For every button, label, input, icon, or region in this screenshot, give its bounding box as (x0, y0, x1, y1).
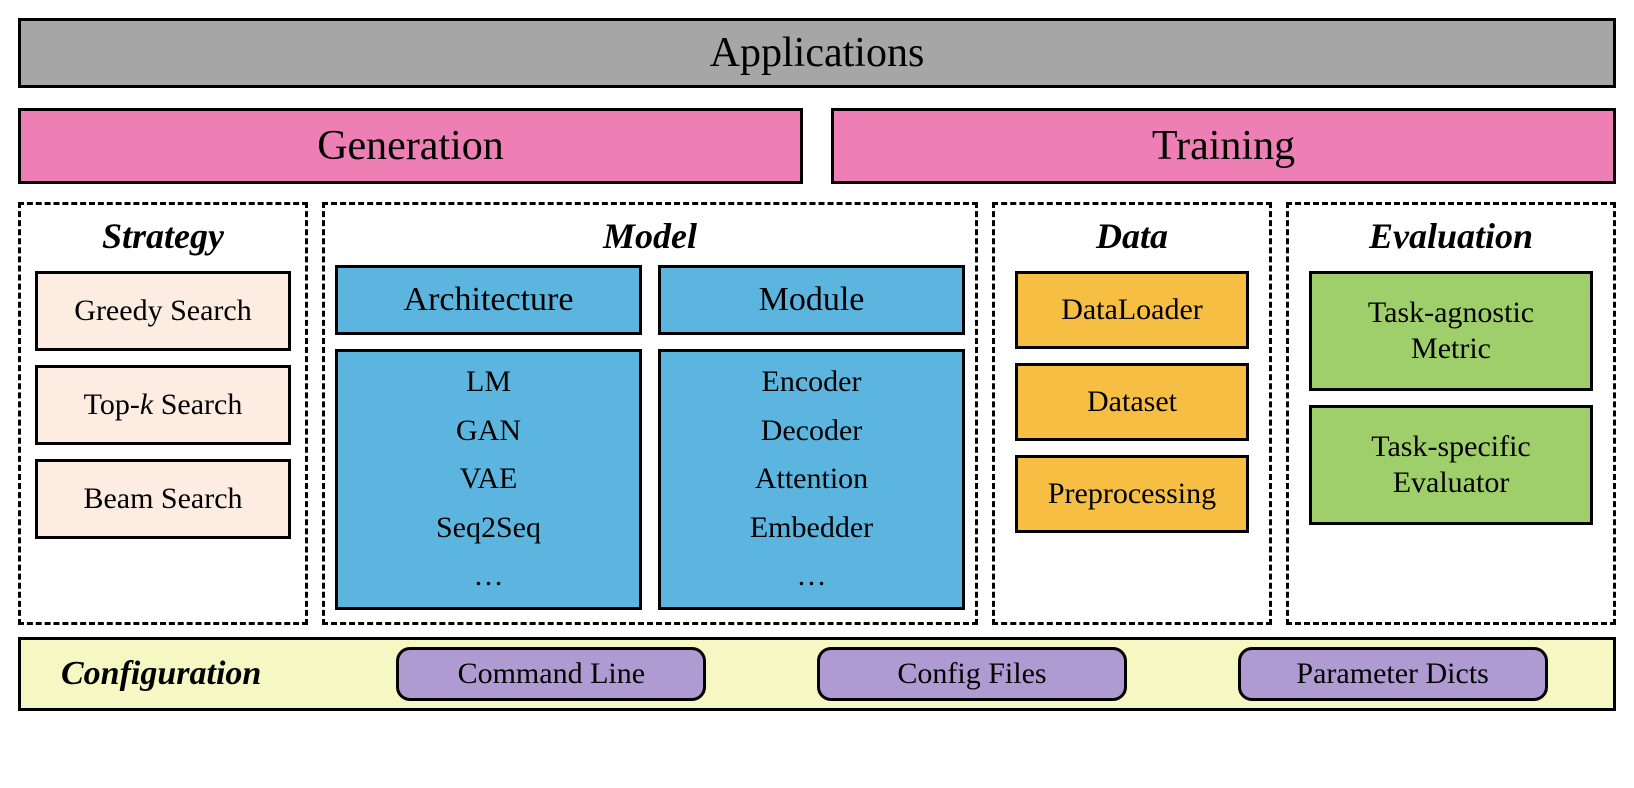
evaluation-group: Evaluation Task-agnostic Metric Task-spe… (1286, 202, 1616, 625)
module-item: Decoder (761, 411, 863, 452)
config-item-label: Parameter Dicts (1296, 657, 1488, 691)
strategy-item-label: Top-k Search (84, 388, 243, 422)
architecture-list: LM GAN VAE Seq2Seq … (335, 349, 642, 610)
strategy-item-label: Beam Search (83, 482, 242, 516)
generation-training-row: Generation Training (18, 108, 1616, 184)
architecture-label: Architecture (404, 281, 574, 319)
data-title: Data (1005, 215, 1259, 257)
strategy-item-topk: Top-k Search (35, 365, 291, 445)
training-label: Training (1152, 122, 1295, 170)
configuration-title: Configuration (21, 655, 331, 693)
architecture-item: GAN (456, 411, 521, 452)
config-item-command-line: Command Line (396, 647, 706, 701)
module-groups-row: Strategy Greedy Search Top-k Search Beam… (18, 202, 1616, 625)
strategy-item-beam: Beam Search (35, 459, 291, 539)
config-item-label: Config Files (897, 657, 1046, 691)
data-item-label: DataLoader (1061, 293, 1203, 327)
evaluation-item-agnostic: Task-agnostic Metric (1309, 271, 1593, 391)
architecture-item: VAE (460, 459, 518, 500)
applications-label: Applications (710, 29, 925, 77)
module-item: … (797, 556, 827, 597)
module-item: Embedder (750, 508, 873, 549)
strategy-item-greedy: Greedy Search (35, 271, 291, 351)
strategy-group: Strategy Greedy Search Top-k Search Beam… (18, 202, 308, 625)
module-item: Encoder (762, 362, 862, 403)
evaluation-item-line1: Task-specific (1371, 429, 1531, 465)
evaluation-item-line1: Task-agnostic (1368, 295, 1534, 331)
architecture-item: LM (466, 362, 511, 403)
architecture-item: Seq2Seq (436, 508, 541, 549)
module-item: Attention (755, 459, 868, 500)
data-item-dataloader: DataLoader (1015, 271, 1249, 349)
architecture-item: … (474, 556, 504, 597)
generation-label: Generation (317, 122, 504, 170)
module-header: Module (658, 265, 965, 335)
config-item-parameter-dicts: Parameter Dicts (1238, 647, 1548, 701)
generation-header: Generation (18, 108, 803, 184)
evaluation-item-specific: Task-specific Evaluator (1309, 405, 1593, 525)
applications-header: Applications (18, 18, 1616, 88)
data-item-label: Dataset (1087, 385, 1177, 419)
model-group: Model Architecture LM GAN VAE Seq2Seq … … (322, 202, 978, 625)
model-title: Model (335, 215, 965, 257)
data-item-preprocessing: Preprocessing (1015, 455, 1249, 533)
data-item-label: Preprocessing (1048, 477, 1216, 511)
strategy-title: Strategy (31, 215, 295, 257)
config-item-config-files: Config Files (817, 647, 1127, 701)
training-header: Training (831, 108, 1616, 184)
data-group: Data DataLoader Dataset Preprocessing (992, 202, 1272, 625)
evaluation-item-line2: Evaluator (1393, 465, 1510, 501)
configuration-bar: Configuration Command Line Config Files … (18, 637, 1616, 711)
configuration-items: Command Line Config Files Parameter Dict… (331, 647, 1613, 701)
strategy-item-label: Greedy Search (74, 294, 251, 328)
architecture-column: Architecture LM GAN VAE Seq2Seq … (335, 265, 642, 610)
module-label: Module (759, 281, 865, 319)
architecture-header: Architecture (335, 265, 642, 335)
module-column: Module Encoder Decoder Attention Embedde… (658, 265, 965, 610)
evaluation-item-line2: Metric (1411, 331, 1491, 367)
module-list: Encoder Decoder Attention Embedder … (658, 349, 965, 610)
evaluation-title: Evaluation (1299, 215, 1603, 257)
data-item-dataset: Dataset (1015, 363, 1249, 441)
config-item-label: Command Line (458, 657, 645, 691)
